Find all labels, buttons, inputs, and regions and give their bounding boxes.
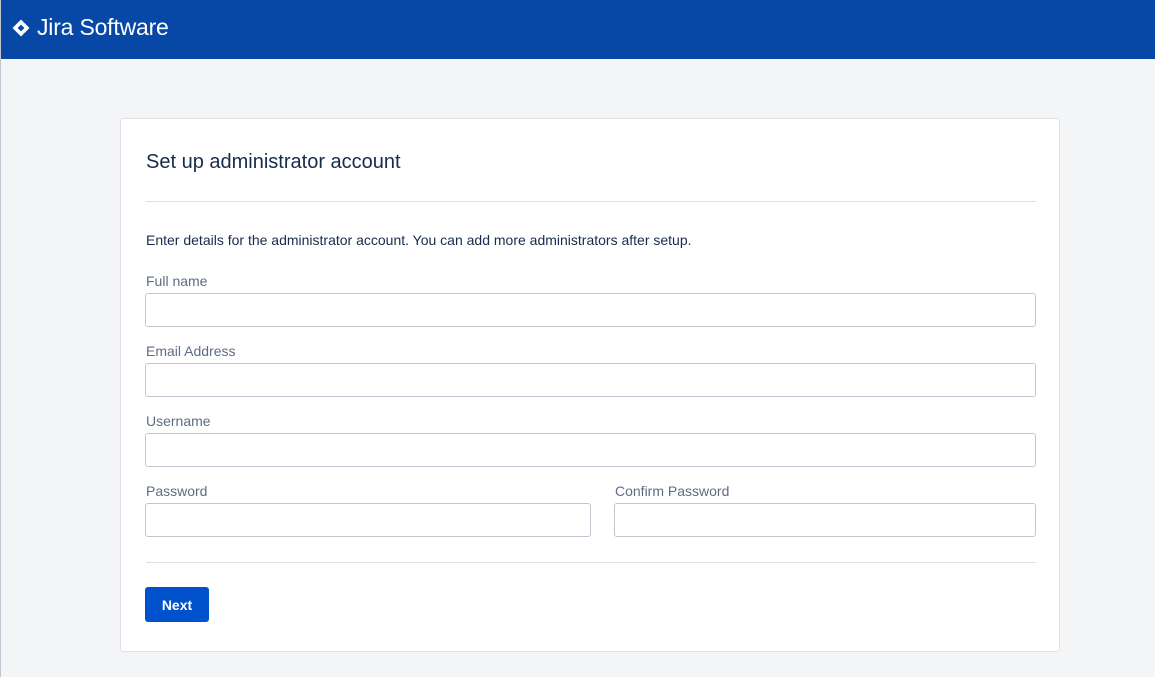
confirm-password-input[interactable] [614,503,1036,537]
intro-text: Enter details for the administrator acco… [146,232,692,248]
app-window: Jira Software Set up administrator accou… [0,0,1155,677]
top-navigation-bar: Jira Software [1,0,1155,59]
password-input[interactable] [145,503,591,537]
actions-divider [146,562,1036,563]
page-title: Set up administrator account [146,151,401,173]
jira-logo[interactable]: Jira Software [12,14,169,41]
full-name-label: Full name [146,273,208,289]
username-label: Username [146,413,211,429]
app-name: Jira Software [37,14,169,40]
email-label: Email Address [146,343,236,359]
jira-diamond-icon [12,19,30,37]
confirm-password-label: Confirm Password [615,483,730,499]
password-label: Password [146,483,208,499]
email-input[interactable] [145,363,1036,397]
full-name-input[interactable] [145,293,1036,327]
setup-panel: Set up administrator account Enter detai… [120,118,1060,652]
next-button[interactable]: Next [145,587,209,622]
title-divider [146,201,1036,202]
username-input[interactable] [145,433,1036,467]
